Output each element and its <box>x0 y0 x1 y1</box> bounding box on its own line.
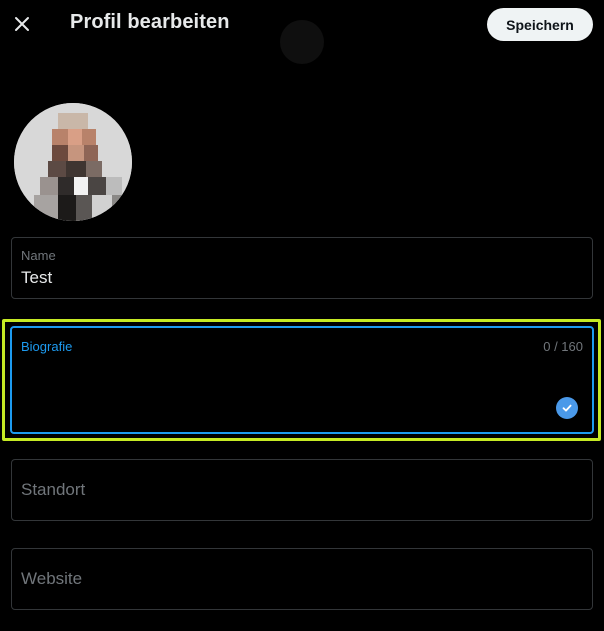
check-icon <box>562 404 572 412</box>
location-field[interactable]: Standort <box>11 459 593 521</box>
bio-label: Biografie <box>21 339 73 354</box>
header-decoration <box>280 20 324 64</box>
name-input[interactable]: Test <box>21 268 52 288</box>
dialog-title: Profil bearbeiten <box>70 11 230 33</box>
bio-character-counter: 0 / 160 <box>543 339 583 354</box>
avatar[interactable] <box>14 103 132 221</box>
close-button[interactable] <box>6 8 38 40</box>
edit-profile-dialog: Profil bearbeiten Speichern Name Test Bi… <box>0 0 604 631</box>
website-field[interactable]: Website <box>11 548 593 610</box>
save-button[interactable]: Speichern <box>487 8 593 41</box>
checkmark-badge <box>556 397 578 419</box>
bio-field[interactable]: Biografie 0 / 160 <box>10 326 594 434</box>
avatar-image <box>14 103 132 221</box>
name-field[interactable]: Name Test <box>11 237 593 299</box>
name-label: Name <box>21 248 56 263</box>
location-input[interactable]: Standort <box>21 480 85 500</box>
close-icon <box>15 17 29 31</box>
website-input[interactable]: Website <box>21 569 82 589</box>
